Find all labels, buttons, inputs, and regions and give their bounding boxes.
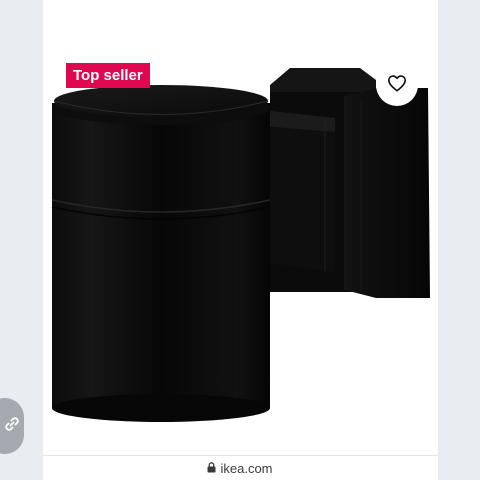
share-link-tab[interactable] (0, 398, 24, 454)
heart-outline-icon (387, 74, 407, 97)
link-icon (4, 416, 20, 437)
cylinder-lamp (51, 85, 271, 422)
screenshot: Top seller ikea.com (0, 0, 480, 480)
url-divider (43, 455, 438, 456)
lock-icon (207, 461, 216, 476)
favorite-button[interactable] (376, 64, 418, 106)
top-seller-badge: Top seller (66, 63, 150, 88)
url-text: ikea.com (220, 460, 273, 476)
browser-url-bar[interactable]: ikea.com (0, 459, 480, 477)
